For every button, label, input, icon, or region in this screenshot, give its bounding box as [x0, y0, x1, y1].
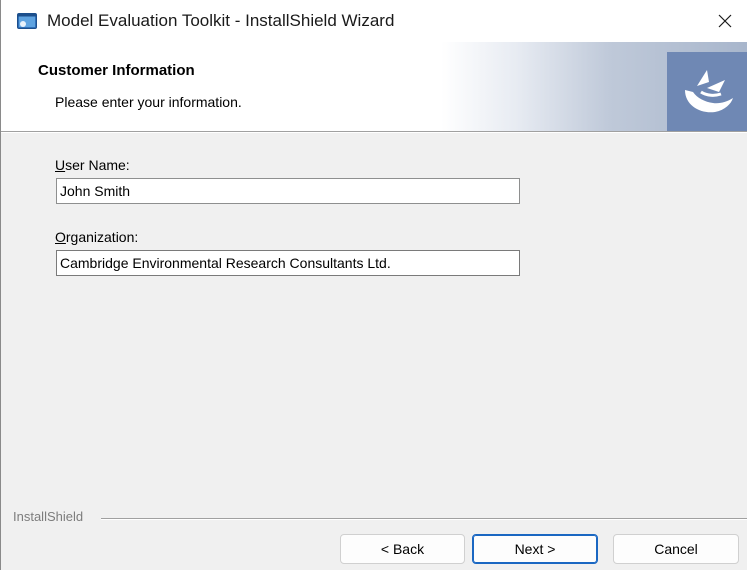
- organization-label: Organization:: [55, 229, 138, 245]
- page-subtitle: Please enter your information.: [55, 94, 242, 110]
- user-name-label-text: ser Name:: [65, 157, 130, 173]
- user-name-field[interactable]: [56, 178, 520, 204]
- installer-window: Model Evaluation Toolkit - InstallShield…: [0, 0, 747, 570]
- cancel-button[interactable]: Cancel: [613, 534, 739, 564]
- installshield-logo-icon: [667, 52, 747, 131]
- footer-divider: [101, 518, 747, 520]
- header-banner: Customer Information Please enter your i…: [1, 42, 747, 131]
- user-name-label: User Name:: [55, 157, 130, 173]
- installshield-brand-label: InstallShield: [13, 509, 90, 524]
- organization-accelerator: O: [55, 229, 66, 245]
- user-name-accelerator: U: [55, 157, 66, 173]
- next-button[interactable]: Next >: [472, 534, 598, 564]
- installer-app-icon: [17, 12, 37, 30]
- close-icon: [717, 13, 733, 29]
- title-bar[interactable]: Model Evaluation Toolkit - InstallShield…: [1, 0, 747, 42]
- back-button[interactable]: < Back: [340, 534, 465, 564]
- close-button[interactable]: [703, 0, 747, 42]
- header-divider: [1, 131, 747, 133]
- page-title: Customer Information: [38, 62, 195, 79]
- organization-field[interactable]: [56, 250, 520, 276]
- organization-label-text: rganization:: [65, 229, 139, 245]
- window-title: Model Evaluation Toolkit - InstallShield…: [47, 11, 395, 30]
